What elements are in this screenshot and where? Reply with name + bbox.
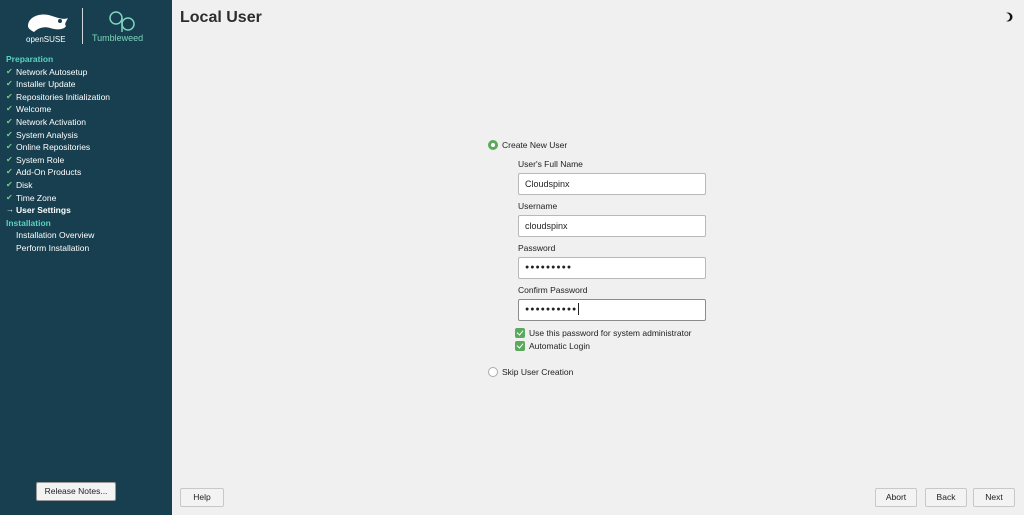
sidebar-step-label: Repositories Initialization xyxy=(16,91,111,102)
username-field[interactable]: cloudspinx xyxy=(518,215,706,237)
sidebar-step: ✔ Disk xyxy=(6,179,170,192)
sidebar-step-label: Perform Installation xyxy=(16,242,90,253)
use-for-admin-checkbox[interactable] xyxy=(515,328,525,338)
password-label: Password xyxy=(518,243,556,253)
check-icon: ✔ xyxy=(6,116,13,126)
opensuse-logo: openSUSE xyxy=(26,14,68,44)
sidebar-step: Installation Overview xyxy=(6,229,170,242)
check-icon: ✔ xyxy=(6,179,13,189)
sidebar-step-label: Installation Overview xyxy=(16,230,95,241)
use-for-admin-label: Use this password for system administrat… xyxy=(529,328,692,338)
sidebar-step-label: Installer Update xyxy=(16,79,76,90)
automatic-login-option[interactable]: Automatic Login xyxy=(515,341,590,351)
skip-user-creation-label: Skip User Creation xyxy=(502,367,574,377)
check-icon: ✔ xyxy=(6,91,13,101)
text-cursor xyxy=(578,303,580,316)
username-label: Username xyxy=(518,201,558,211)
release-notes-button[interactable]: Release Notes... xyxy=(36,482,116,501)
sidebar-step-label: User Settings xyxy=(16,205,71,216)
sidebar-step: ✔ Network Activation xyxy=(6,116,170,129)
automatic-login-checkbox[interactable] xyxy=(515,341,525,351)
full-name-field[interactable]: Cloudspinx xyxy=(518,173,706,195)
check-icon: ✔ xyxy=(6,66,13,76)
help-button[interactable]: Help xyxy=(180,488,224,507)
abort-button[interactable]: Abort xyxy=(875,488,917,507)
check-icon: ✔ xyxy=(6,192,13,202)
skip-user-creation-radio[interactable] xyxy=(488,367,498,377)
sidebar-step-label: Add-On Products xyxy=(16,167,82,178)
sidebar-step-label: Online Repositories xyxy=(16,142,91,153)
confirm-password-field[interactable]: ●●●●●●●●●● xyxy=(518,299,706,321)
check-icon: ✔ xyxy=(6,167,13,177)
sidebar-step-label: System Role xyxy=(16,154,65,165)
confirm-password-value: ●●●●●●●●●● xyxy=(525,306,578,313)
sidebar-step-label: Network Autosetup xyxy=(16,66,88,77)
check-icon: ✔ xyxy=(6,129,13,139)
sidebar-step: ✔ System Role xyxy=(6,154,170,167)
password-field[interactable]: ●●●●●●●●● xyxy=(518,257,706,279)
sidebar-step-label: System Analysis xyxy=(16,129,78,140)
back-button[interactable]: Back xyxy=(925,488,967,507)
logo-area: openSUSE Tumbleweed xyxy=(0,0,172,52)
check-icon: ✔ xyxy=(6,79,13,89)
sidebar-step: ✔ Time Zone xyxy=(6,192,170,205)
create-new-user-option[interactable]: Create New User xyxy=(488,140,567,150)
automatic-login-label: Automatic Login xyxy=(529,341,590,351)
sidebar-section-heading: Installation xyxy=(6,217,51,228)
sidebar: openSUSE Tumbleweed Preparation ✔ Network … xyxy=(0,0,172,515)
sidebar-step: ✔ Welcome xyxy=(6,103,170,116)
sidebar-step: ✔ Installer Update xyxy=(6,78,170,91)
sidebar-step-label: Network Activation xyxy=(16,116,86,127)
sidebar-step: ✔ Repositories Initialization xyxy=(6,91,170,104)
sidebar-step: ✔ Online Repositories xyxy=(6,141,170,154)
full-name-label: User's Full Name xyxy=(518,159,583,169)
sidebar-step: ✔ Add-On Products xyxy=(6,166,170,179)
sidebar-step: Perform Installation xyxy=(6,242,170,255)
check-icon: ✔ xyxy=(6,104,13,114)
logo-divider xyxy=(82,8,83,44)
create-new-user-radio[interactable] xyxy=(488,140,498,150)
sidebar-step-label: Time Zone xyxy=(16,192,57,203)
check-icon: ✔ xyxy=(6,142,13,152)
sidebar-step: → User Settings xyxy=(6,204,170,217)
next-button[interactable]: Next xyxy=(973,488,1015,507)
confirm-password-label: Confirm Password xyxy=(518,285,588,295)
create-new-user-label: Create New User xyxy=(502,140,568,150)
sidebar-step: ✔ System Analysis xyxy=(6,129,170,142)
tumbleweed-wordmark: Tumbleweed xyxy=(92,33,144,43)
installation-steps: Preparation ✔ Network Autosetup ✔ Installer … xyxy=(6,53,170,255)
half-moon-icon[interactable] xyxy=(1003,12,1013,22)
opensuse-wordmark: openSUSE xyxy=(26,35,66,44)
arrow-right-icon: → xyxy=(6,205,14,215)
sidebar-section-heading: Preparation xyxy=(6,54,54,64)
check-icon: ✔ xyxy=(6,154,13,164)
page-title: Local User xyxy=(180,9,262,26)
skip-user-creation-option[interactable]: Skip User Creation xyxy=(488,367,573,377)
sidebar-step: ✔ Network Autosetup xyxy=(6,66,170,79)
use-for-admin-option[interactable]: Use this password for system administrat… xyxy=(515,328,692,338)
sidebar-step-label: Disk xyxy=(16,179,33,190)
sidebar-step-label: Welcome xyxy=(16,104,52,115)
